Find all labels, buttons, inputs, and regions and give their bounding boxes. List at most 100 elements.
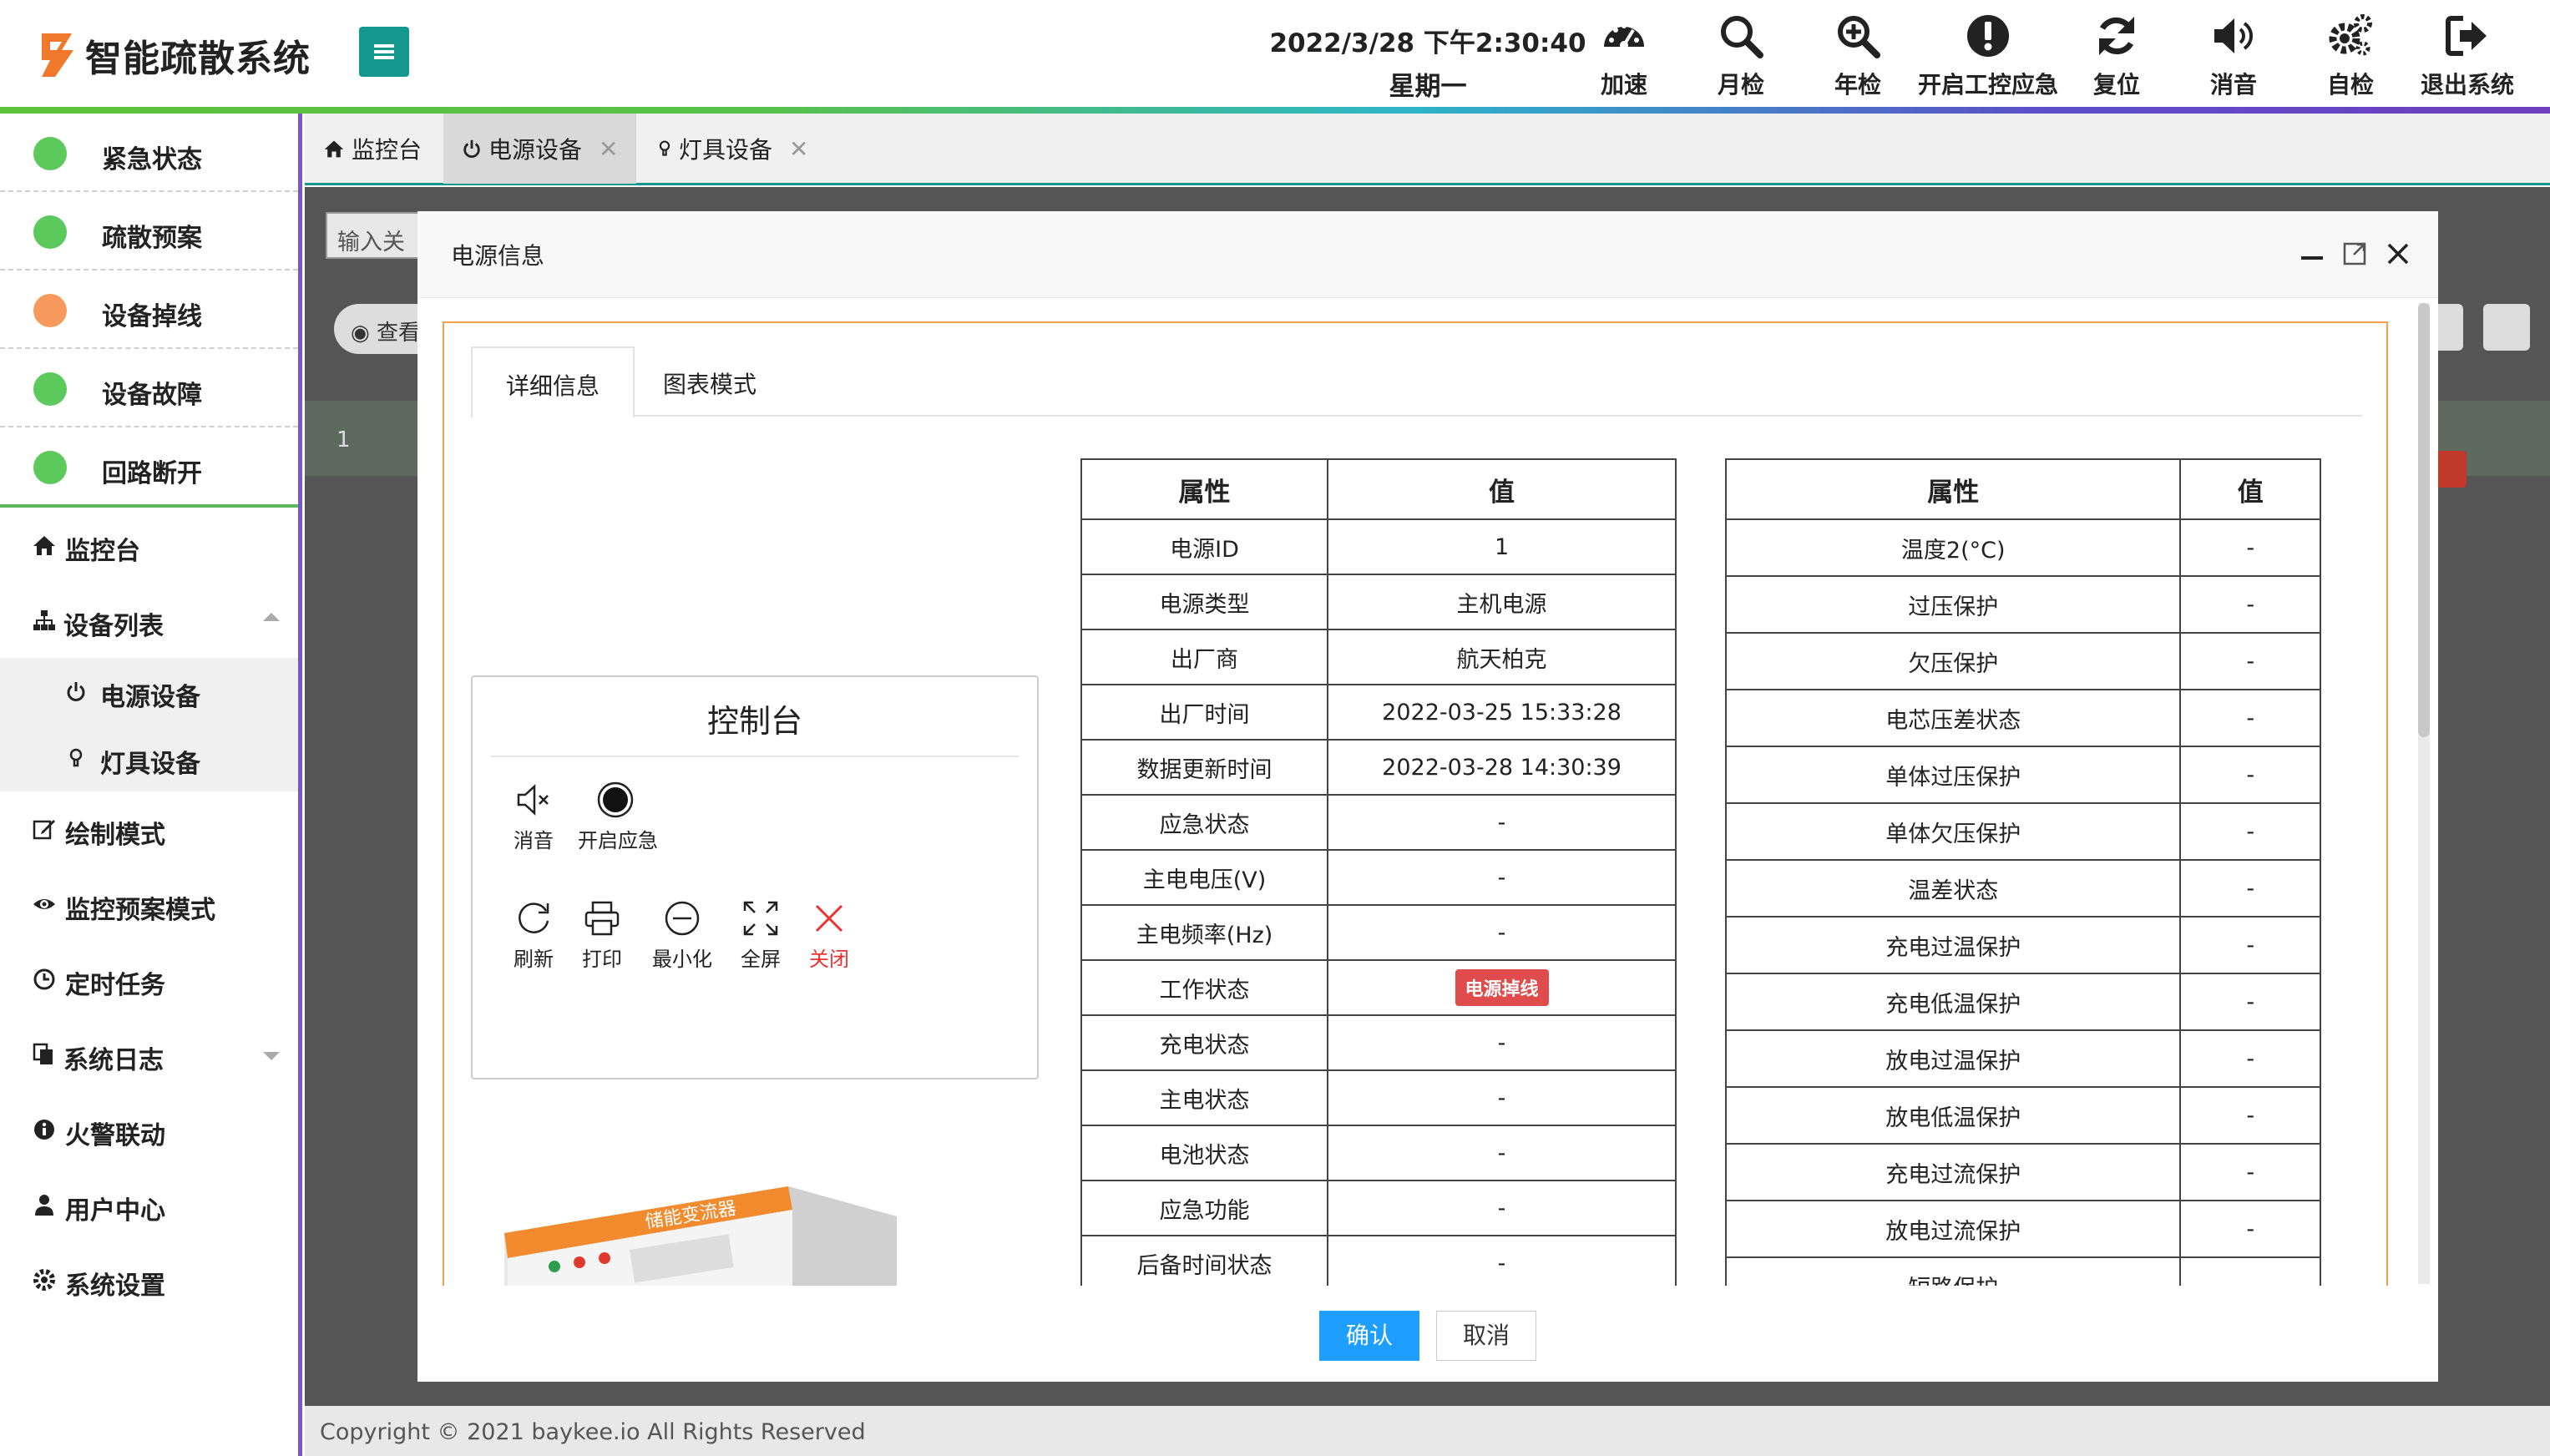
eye-icon — [33, 899, 55, 909]
table-row: 电源ID 1 — [1080, 518, 1677, 575]
sidebar-item-user-center[interactable]: 用户中心 — [0, 1167, 298, 1242]
attr-cell: 出厂时间 — [1080, 684, 1329, 741]
zoom-in-icon — [1838, 16, 1880, 58]
table-row: 电池状态 - — [1080, 1125, 1677, 1181]
tab-details[interactable]: 详细信息 — [471, 346, 635, 418]
maximize-icon[interactable] — [2340, 240, 2369, 268]
top-header: 智能疏散系统 2022/3/28 下午2:30:40 星期一 加速 月检 年检 — [0, 0, 2550, 114]
record-icon — [597, 781, 634, 818]
attr-cell: 电源类型 — [1080, 574, 1329, 630]
value-cell: - — [2179, 973, 2321, 1031]
view-button[interactable]: ◉ 查看 — [334, 304, 426, 354]
sidebar-item-plan-mode[interactable]: 监控预案模式 — [0, 867, 298, 942]
attr-cell: 电池状态 — [1080, 1125, 1329, 1181]
status-item-emergency[interactable]: 紧急状态 — [0, 114, 298, 192]
value-cell: 主机电源 — [1327, 574, 1677, 630]
value-cell: - — [2179, 746, 2321, 804]
print-icon — [584, 901, 620, 936]
sidebar-item-system-log[interactable]: 系统日志 — [0, 1017, 298, 1092]
close-icon[interactable] — [2384, 240, 2412, 268]
refresh-button[interactable]: 刷新 — [496, 899, 571, 972]
attr-cell: 充电低温保护 — [1724, 973, 2182, 1031]
reset-button[interactable]: 复位 — [2062, 12, 2171, 104]
attr-cell: 过压保护 — [1724, 575, 2182, 634]
eye-icon: ◉ — [351, 321, 377, 346]
mute-button[interactable]: 消音 — [2179, 12, 2288, 104]
status-item-device-fault[interactable]: 设备故障 — [0, 349, 298, 427]
mute-button[interactable]: 消音 — [496, 781, 571, 853]
status-dot — [33, 372, 67, 406]
status-item-evacuation-plan[interactable]: 疏散预案 — [0, 192, 298, 270]
status-dot — [33, 294, 67, 327]
tab-power-device[interactable]: 电源设备 ✕ — [443, 114, 637, 184]
attr-cell: 充电过温保护 — [1724, 916, 2182, 974]
info-circle-icon — [34, 1120, 54, 1140]
table-row: 温差状态 - — [1724, 859, 2321, 918]
fullscreen-button[interactable]: 全屏 — [723, 899, 798, 972]
table-row: 放电过流保护 - — [1724, 1200, 2321, 1258]
sidebar-item-scheduled-tasks[interactable]: 定时任务 — [0, 942, 298, 1017]
sitemap-icon — [33, 610, 55, 630]
value-cell: - — [1327, 904, 1677, 961]
start-emergency-button[interactable]: 开启应急 — [578, 781, 658, 853]
menu-toggle-button[interactable] — [359, 27, 409, 77]
status-item-device-offline[interactable]: 设备掉线 — [0, 270, 298, 349]
app-title: 智能疏散系统 — [85, 38, 311, 80]
monthly-check-button[interactable]: 月检 — [1687, 12, 1795, 104]
attr-cell: 温差状态 — [1724, 859, 2182, 918]
annual-check-button[interactable]: 年检 — [1804, 12, 1912, 104]
tab-lamp-device[interactable]: 灯具设备 ✕ — [637, 114, 827, 184]
sidebar-item-fire-linkage[interactable]: 火警联动 — [0, 1092, 298, 1167]
clock-icon — [33, 968, 55, 990]
user-icon — [35, 1195, 53, 1216]
table-row: 放电过温保护 - — [1724, 1029, 2321, 1088]
delete-button[interactable] — [2433, 451, 2467, 488]
clock: 2022/3/28 下午2:30:40 星期一 — [1252, 22, 1603, 109]
attr-cell: 主电电压(V) — [1080, 849, 1329, 906]
attr-cell: 欠压保护 — [1724, 632, 2182, 690]
sidebar-item-power-device[interactable]: 电源设备 — [0, 658, 298, 725]
tab-close-icon[interactable]: ✕ — [599, 135, 618, 163]
start-emergency-button[interactable]: 开启工控应急 — [1918, 12, 2058, 104]
self-check-button[interactable]: 自检 — [2296, 12, 2405, 104]
table-row: 后备时间状态 - — [1080, 1235, 1677, 1286]
minimize-icon[interactable] — [2298, 240, 2326, 268]
search-input[interactable]: 输入关 — [326, 212, 426, 259]
value-cell: - — [1327, 1014, 1677, 1071]
gears-icon — [2329, 14, 2372, 56]
confirm-button[interactable]: 确认 — [1319, 1311, 1419, 1361]
exit-system-button[interactable]: 退出系统 — [2413, 12, 2522, 104]
search-icon — [1721, 16, 1763, 58]
sidebar-item-monitor[interactable]: 监控台 — [0, 508, 298, 583]
attr-cell: 短路保护 — [1724, 1256, 2182, 1286]
header-divider — [0, 107, 2550, 114]
sidebar-item-lamp-device[interactable]: 灯具设备 — [0, 725, 298, 791]
property-table-left: 属性 值 电源ID 1 电源类型 主机电源 出厂商 航天柏克 出厂时间 2022-03-… — [1080, 458, 1677, 1286]
sidebar-item-device-list[interactable]: 设备列表 — [0, 583, 298, 658]
tab-chart-mode[interactable]: 图表模式 — [630, 346, 790, 417]
table-row: 充电过温保护 - — [1724, 916, 2321, 974]
attr-cell: 工作状态 — [1080, 959, 1329, 1016]
table-row: 短路保护 — [1724, 1256, 2321, 1286]
table-row: 充电低温保护 - — [1724, 973, 2321, 1031]
sidebar: 紧急状态 疏散预案 设备掉线 设备故障 回路断开 监控台 设备列表 电源设备 灯… — [0, 114, 302, 1456]
print-button[interactable]: 打印 — [564, 899, 640, 972]
cancel-button[interactable]: 取消 — [1436, 1311, 1536, 1361]
status-item-circuit-open[interactable]: 回路断开 — [0, 427, 298, 506]
exclamation-icon — [1967, 15, 2009, 57]
scrollbar-thumb[interactable] — [2418, 303, 2430, 737]
close-button[interactable]: 关闭 — [792, 899, 867, 972]
value-cell: - — [2179, 1029, 2321, 1088]
dialog-scrollbar[interactable] — [2418, 303, 2430, 1284]
sidebar-item-system-settings[interactable]: 系统设置 — [0, 1242, 298, 1317]
sidebar-item-draw-mode[interactable]: 绘制模式 — [0, 791, 298, 867]
tab-close-icon[interactable]: ✕ — [789, 135, 808, 163]
print-button[interactable] — [2483, 304, 2530, 351]
tab-monitor[interactable]: 监控台 — [305, 114, 440, 184]
detail-tabs: 详细信息 图表模式 — [471, 346, 2362, 418]
attr-cell: 电源ID — [1080, 518, 1329, 575]
app-logo-icon — [42, 33, 73, 77]
edit-icon — [33, 820, 55, 840]
minimize-button[interactable]: 最小化 — [645, 899, 720, 972]
speed-up-button[interactable]: 加速 — [1570, 12, 1678, 104]
